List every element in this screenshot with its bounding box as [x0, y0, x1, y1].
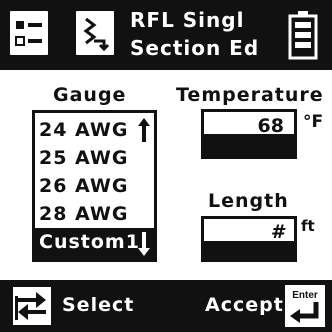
enter-key-text: Enter: [292, 290, 318, 301]
checklist-icon[interactable]: [8, 9, 50, 57]
gauge-option-26[interactable]: 26 AWG: [39, 172, 128, 200]
cable-icon[interactable]: [74, 9, 116, 57]
length-value: #: [270, 221, 284, 243]
footer-bar: Select Accept Enter: [0, 280, 332, 332]
temperature-label: Temperature: [176, 84, 324, 106]
scroll-up-icon[interactable]: [137, 117, 151, 143]
length-unit: ft: [301, 217, 315, 235]
enter-key-icon[interactable]: Enter: [284, 284, 326, 328]
gauge-option-custom1: Custom1: [39, 231, 140, 253]
scroll-down-icon[interactable]: [137, 231, 151, 257]
length-label: Length: [208, 190, 289, 212]
field-shadow: [204, 241, 294, 259]
length-field[interactable]: #: [201, 216, 297, 262]
select-button-label[interactable]: Select: [62, 294, 134, 316]
temperature-unit: °F: [303, 112, 324, 132]
gauge-option-24[interactable]: 24 AWG: [39, 116, 128, 144]
gauge-list[interactable]: 24 AWG 25 AWG 26 AWG 28 AWG Custom1: [32, 110, 157, 262]
field-shadow: [204, 134, 294, 156]
title-line-1: RFL Singl: [130, 8, 245, 32]
battery-icon: [288, 11, 318, 60]
accept-button-label[interactable]: Accept: [205, 294, 284, 316]
temperature-field[interactable]: 68: [201, 109, 297, 159]
select-arrows-icon[interactable]: [12, 286, 52, 326]
device-screen: RFL Singl Section Ed Gauge 24 AWG 25 AWG…: [0, 0, 332, 332]
title-line-2: Section Ed: [130, 36, 260, 60]
gauge-option-28[interactable]: 28 AWG: [39, 200, 128, 228]
gauge-label: Gauge: [53, 84, 127, 106]
temperature-value: 68: [257, 115, 284, 137]
gauge-option-25[interactable]: 25 AWG: [39, 144, 128, 172]
header-bar: RFL Singl Section Ed: [0, 0, 332, 70]
